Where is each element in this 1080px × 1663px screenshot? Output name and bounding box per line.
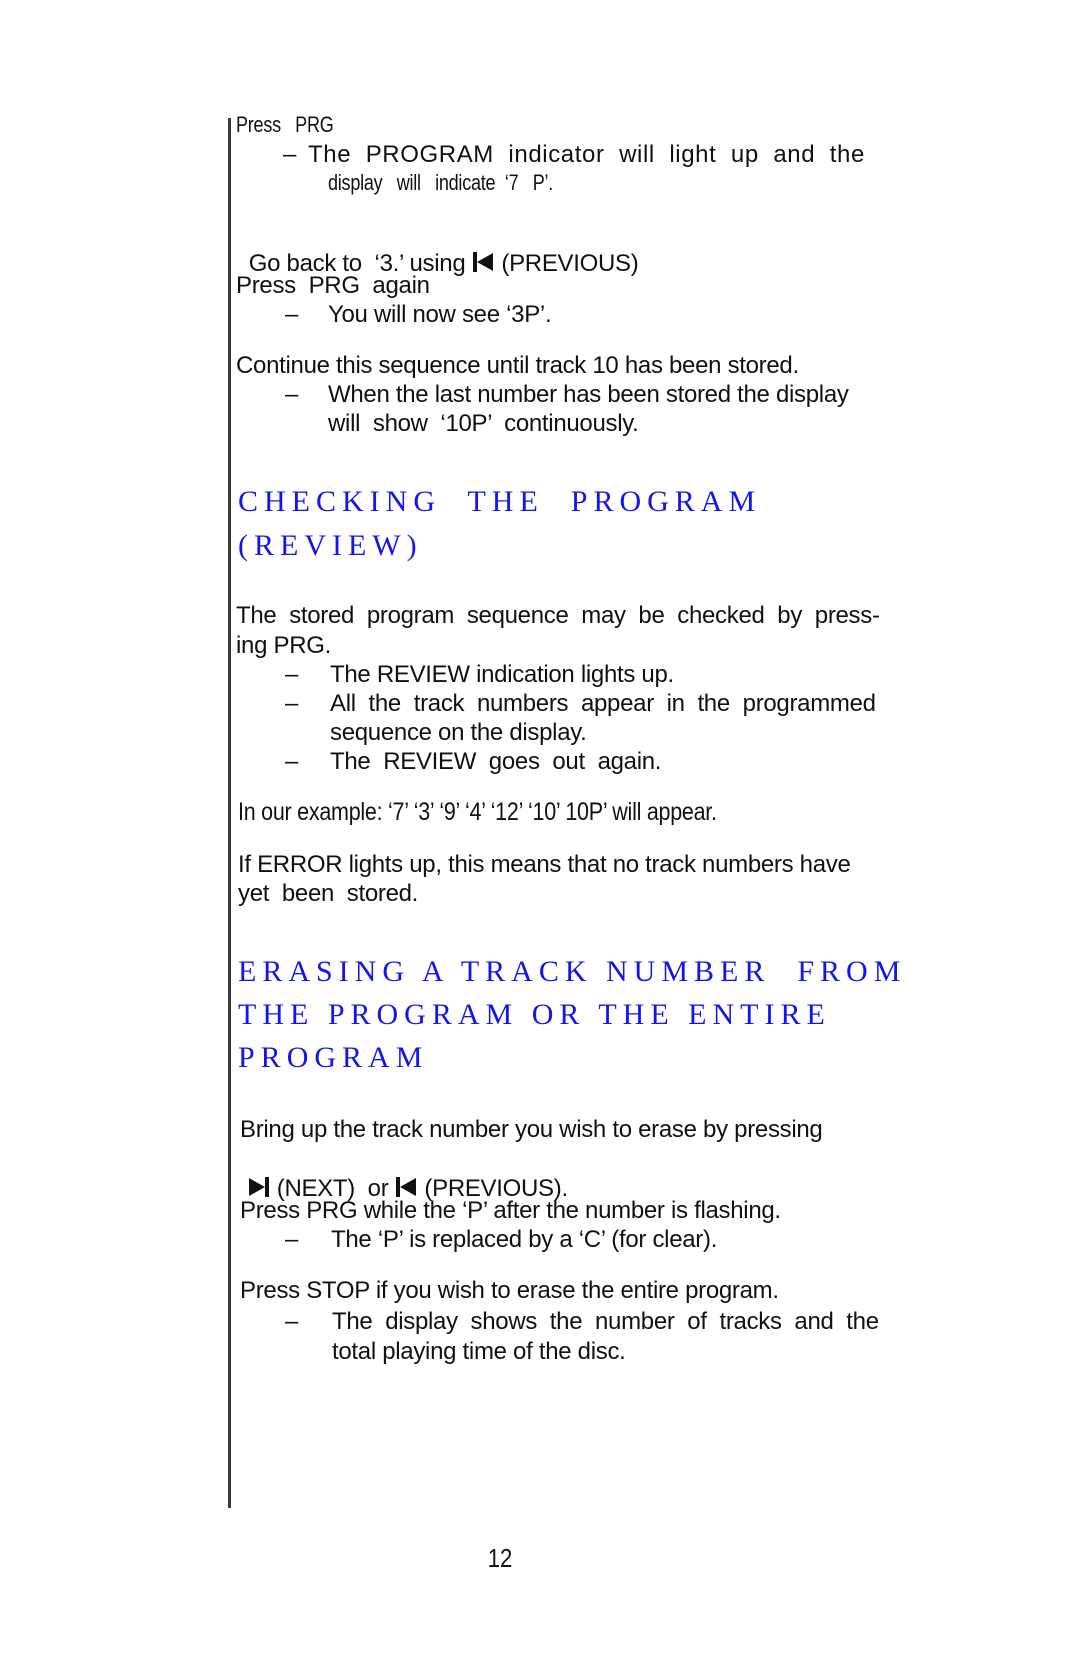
review-heading-line1: CHECKING THE PROGRAM [238,485,762,518]
program-indicator-line2: display will indicate ‘7 P’. [328,170,554,195]
press-prg-again: Press PRG again [236,272,430,299]
previous-label: (PREVIOUS) [501,250,639,277]
last-stored-line1: When the last number has been stored the… [328,381,849,408]
review-bullet-3: The REVIEW goes out again. [330,748,662,775]
error-line2: yet been stored. [238,880,419,907]
review-heading-line2: (REVIEW) [238,529,423,562]
erase-heading-line3: PROGRAM [238,1041,429,1074]
erase-heading-line1: ERASING A TRACK NUMBER FROM [238,955,907,988]
margin-rule [228,118,231,1508]
error-line1: If ERROR lights up, this means that no t… [238,851,851,878]
review-bullet-2-cont: sequence on the display. [330,719,587,746]
bring-up-line1: Bring up the track number you wish to er… [240,1116,823,1143]
replaced-by-c: The ‘P’ is replaced by a ‘C’ (for clear)… [331,1226,718,1253]
page-number: 12 [487,1543,513,1573]
see-3p-text: You will now see ‘3P’. [328,301,552,328]
bullet-dash: – [285,661,299,688]
press-prg-text: Press PRG [236,112,334,137]
last-stored-line2: will show ‘10P’ continuously. [328,410,639,437]
review-body-line2: ing PRG. [236,632,331,659]
bullet-dash: – [283,141,297,168]
continue-sequence-text: Continue this sequence until track 10 ha… [236,352,799,379]
press-prg-flashing: Press PRG while the ‘P’ after the number… [240,1197,781,1224]
display-shows-line2: total playing time of the disc. [332,1338,626,1365]
bullet-dash: – [285,1308,299,1335]
bullet-dash: – [285,301,299,328]
review-body-line1: The stored program sequence may be check… [236,602,880,629]
bullet-dash: – [285,748,299,775]
review-bullet-1: The REVIEW indication lights up. [330,661,674,688]
example-text: In our example: ‘7’ ‘3’ ‘9’ ‘4’ ‘12’ ‘10… [238,798,717,826]
previous-track-icon [471,250,495,282]
review-bullet-2: All the track numbers appear in the prog… [330,690,876,717]
press-stop-text: Press STOP if you wish to erase the enti… [240,1277,779,1304]
bullet-dash: – [285,1226,299,1253]
program-indicator-line1: The PROGRAM indicator will light up and … [308,141,865,168]
display-shows-line1: The display shows the number of tracks a… [332,1308,879,1335]
erase-heading-line2: THE PROGRAM OR THE ENTIRE [238,998,831,1031]
bullet-dash: – [285,690,299,717]
bullet-dash: – [285,381,299,408]
